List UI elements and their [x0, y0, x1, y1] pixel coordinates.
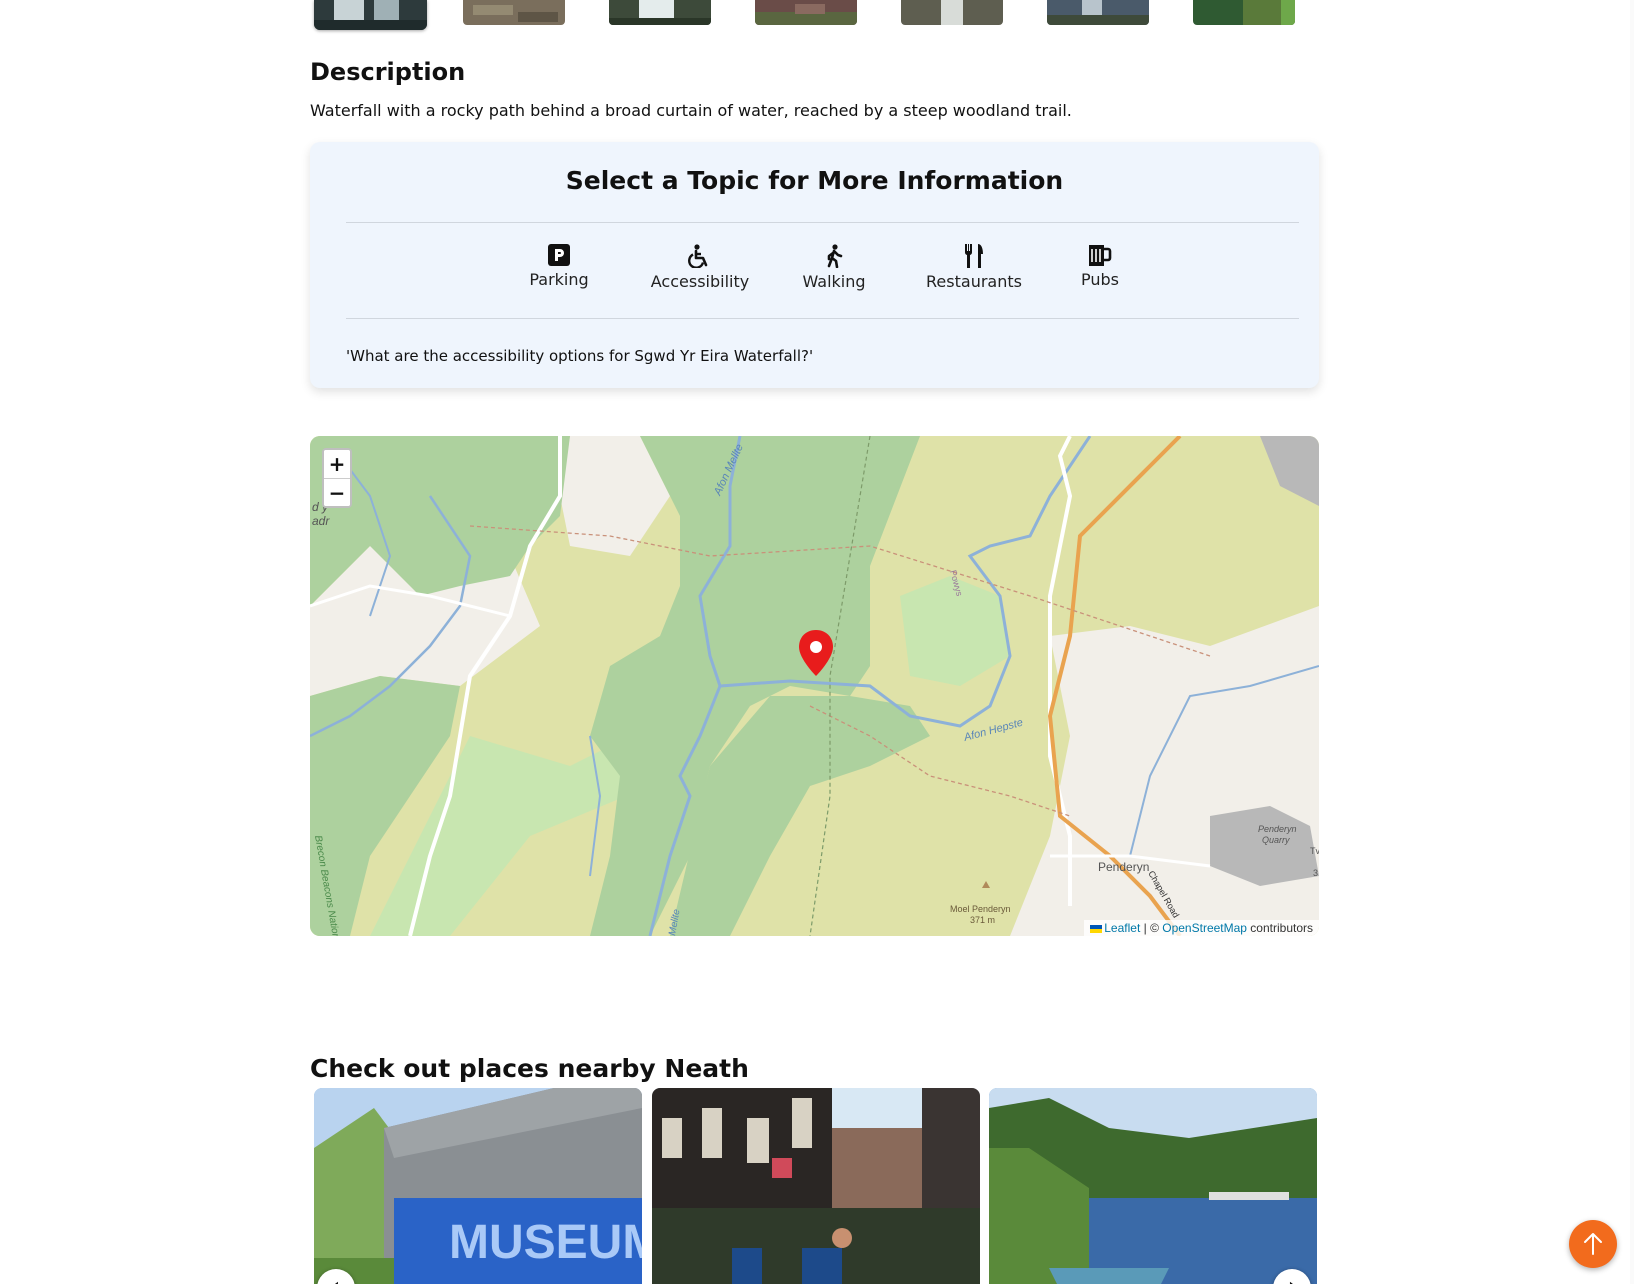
tudor-street-photo: [652, 1088, 980, 1284]
location-map[interactable]: Afon Mellte Afon Hepste Penderyn Pendery…: [310, 436, 1319, 936]
map-label: Penderyn: [1098, 860, 1149, 874]
museum-sign: MUSEUM: [449, 1216, 642, 1269]
topic-label: Pubs: [1081, 270, 1119, 289]
map-label: 371 m: [970, 915, 995, 925]
thumbnail-6[interactable]: [1047, 0, 1149, 25]
map-attribution: Leaflet | © OpenStreetMap contributors: [1084, 920, 1319, 936]
attribution-separator: | ©: [1140, 921, 1163, 935]
attribution-contributors: contributors: [1246, 921, 1313, 935]
openstreetmap-link[interactable]: OpenStreetMap: [1162, 921, 1247, 935]
topic-restaurants[interactable]: Restaurants: [926, 244, 1022, 291]
map-label: Penderyn: [1258, 824, 1297, 834]
description-text: Waterfall with a rocky path behind a bro…: [310, 101, 1072, 120]
topic-parking[interactable]: Parking: [529, 244, 589, 289]
parking-icon: [548, 244, 570, 266]
topic-panel: Select a Topic for More Information Park…: [310, 142, 1319, 388]
gallery-thumbnails: [310, 0, 1300, 32]
ukraine-flag-icon: [1090, 925, 1103, 933]
cutlery-icon: [964, 244, 983, 268]
divider: [346, 222, 1299, 223]
description-heading: Description: [310, 58, 466, 86]
topic-question: 'What are the accessibility options for …: [346, 347, 814, 365]
map-label: adr: [312, 514, 330, 528]
map-label: Quarry: [1262, 835, 1290, 845]
topic-label: Parking: [529, 270, 589, 289]
nearby-card-tudor-street[interactable]: [652, 1088, 980, 1284]
thumbnail-4[interactable]: [755, 0, 857, 25]
thumbnail-2[interactable]: [463, 0, 565, 25]
museum-photo: MUSEUM: [314, 1088, 642, 1284]
topic-heading: Select a Topic for More Information: [565, 166, 1064, 195]
zoom-control: + −: [322, 448, 352, 508]
zoom-out-button[interactable]: −: [324, 478, 350, 506]
map-label: Moel Penderyn: [950, 904, 1011, 914]
leaflet-link[interactable]: Leaflet: [1104, 921, 1140, 935]
walking-icon: [827, 244, 843, 268]
divider: [346, 318, 1299, 319]
river-boat-photo: [989, 1088, 1317, 1284]
location-marker-icon[interactable]: [798, 630, 834, 676]
thumbnail-5[interactable]: [901, 0, 1003, 25]
topic-label: Accessibility: [650, 272, 750, 291]
map-tiles[interactable]: Afon Mellte Afon Hepste Penderyn Pendery…: [310, 436, 1319, 936]
nearby-card-museum[interactable]: MUSEUM: [314, 1088, 642, 1284]
topic-label: Walking: [802, 272, 866, 291]
thumbnail-1[interactable]: [314, 0, 427, 30]
nearby-heading: Check out places nearby Neath: [310, 1054, 749, 1083]
beer-mug-icon: [1089, 245, 1112, 266]
wheelchair-icon: [688, 244, 708, 268]
thumbnail-7[interactable]: [1193, 0, 1295, 25]
back-to-top-button[interactable]: [1569, 1220, 1617, 1268]
topic-pubs[interactable]: Pubs: [1078, 244, 1122, 289]
arrow-up-icon: [1584, 1233, 1602, 1255]
map-label: Tv: [1310, 846, 1319, 856]
topic-label: Restaurants: [926, 272, 1022, 291]
page-scrollbar[interactable]: [1630, 0, 1634, 1284]
topic-accessibility[interactable]: Accessibility: [650, 244, 750, 291]
nearby-card-river[interactable]: [989, 1088, 1317, 1284]
topic-walking[interactable]: Walking: [801, 244, 867, 291]
thumbnail-3[interactable]: [609, 0, 711, 25]
map-label: 3: [1313, 868, 1318, 878]
zoom-in-button[interactable]: +: [324, 450, 350, 478]
